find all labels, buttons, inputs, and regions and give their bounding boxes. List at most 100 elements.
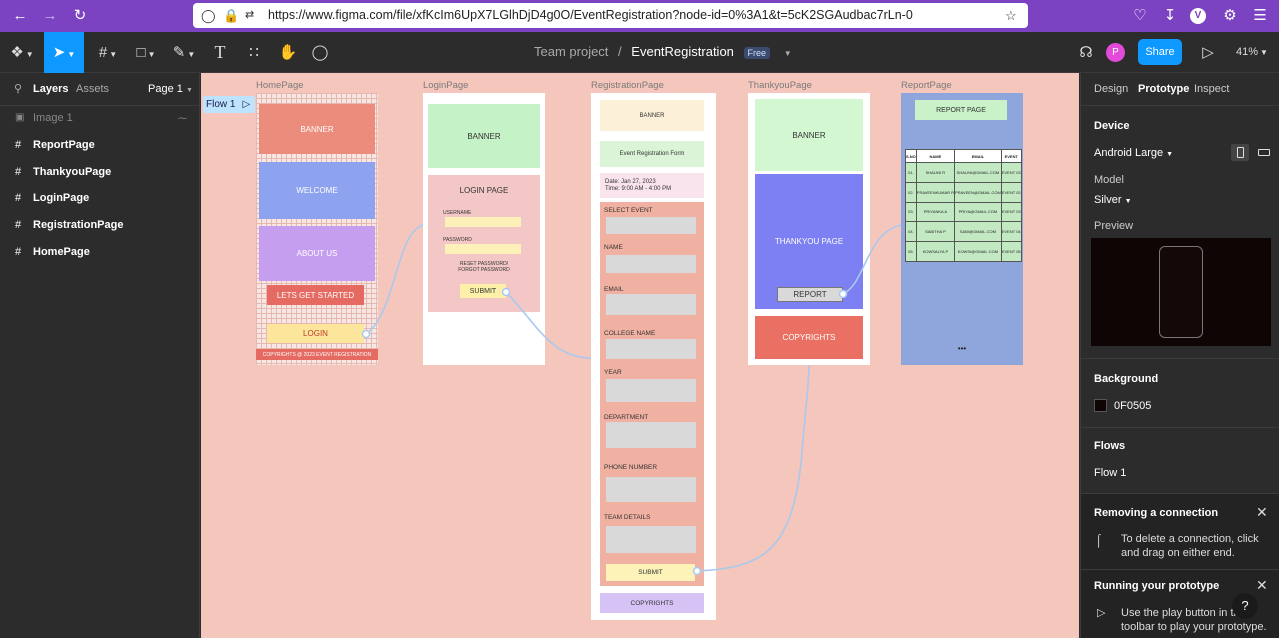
layer-image-1[interactable]: ▣ Image 1 ⁓ — [0, 105, 200, 131]
connection-node[interactable] — [361, 329, 371, 339]
chevron-down-icon[interactable]: ▼ — [784, 49, 792, 58]
extensions-icon[interactable]: ⚙ — [1220, 6, 1240, 26]
connection-thankyou-report[interactable] — [842, 224, 902, 295]
zoom-value: 41% — [1236, 46, 1259, 58]
model-label: Model — [1094, 174, 1124, 186]
frame-icon: # — [15, 166, 22, 178]
breadcrumb-separator: / — [618, 44, 622, 59]
chevron-down-icon: ▼ — [1124, 198, 1132, 205]
address-bar[interactable]: ◯ 🔒 ⇄ https://www.figma.com/file/xfKcIm6… — [193, 3, 1028, 28]
model-select[interactable]: Silver ▼ — [1094, 194, 1132, 206]
device-select[interactable]: Android Large ▼ — [1094, 147, 1173, 159]
comment-tool-icon[interactable]: ◯ — [306, 32, 334, 73]
connection-home-login[interactable] — [365, 224, 424, 335]
tab-prototype[interactable]: Prototype — [1138, 83, 1189, 95]
forward-icon[interactable]: → — [40, 6, 60, 26]
layer-loginpage[interactable]: # LoginPage — [0, 185, 200, 211]
bookmark-star-icon[interactable]: ☆ — [1005, 3, 1017, 28]
flow-item[interactable]: Flow 1 — [1094, 467, 1126, 479]
connection-node[interactable] — [838, 289, 848, 299]
user-avatar[interactable]: P — [1106, 43, 1125, 62]
move-tool-icon[interactable]: ➤ ▼ — [44, 32, 84, 73]
tab-inspect[interactable]: Inspect — [1194, 83, 1229, 95]
figma-toolbar: ❖ ▼ ➤ ▼ # ▼ □ ▼ ✎ ▼ T ∷ ✋ ◯ Team project / Ev… — [0, 32, 1279, 73]
breadcrumb: Team project / EventRegistration Free ▼ — [534, 44, 792, 59]
layer-label: HomePage — [33, 246, 90, 258]
background-swatch[interactable] — [1094, 399, 1107, 412]
shield-icon: ◯ — [201, 8, 216, 23]
removing-text-2: and drag on either end. — [1121, 547, 1235, 559]
hidden-eye-icon[interactable]: ⁓ — [178, 105, 187, 131]
figma-menu-icon[interactable]: ❖ ▼ — [4, 32, 40, 73]
search-icon[interactable]: ⚲ — [14, 82, 22, 95]
frame-icon: # — [15, 246, 22, 258]
share-button[interactable]: Share — [1138, 39, 1182, 65]
model-value: Silver — [1094, 194, 1122, 206]
reload-icon[interactable]: ↻ — [70, 6, 90, 26]
layer-label: ReportPage — [33, 139, 95, 151]
layer-reportpage[interactable]: # ReportPage — [0, 132, 200, 158]
headphones-icon[interactable]: ☊ — [1074, 32, 1098, 73]
connection-login-registration[interactable] — [505, 291, 592, 359]
device-heading: Device — [1094, 120, 1130, 132]
tab-design[interactable]: Design — [1094, 83, 1128, 95]
tab-layers[interactable]: Layers — [33, 83, 68, 95]
play-icon: ▷ — [1097, 607, 1106, 619]
plan-badge: Free — [743, 47, 771, 59]
page-selector-label: Page 1 — [148, 83, 183, 95]
zoom-control[interactable]: 41% ▼ — [1232, 32, 1272, 73]
flows-heading: Flows — [1094, 440, 1126, 452]
running-text-2: toolbar to play your prototype. — [1121, 621, 1267, 633]
pen-tool-icon[interactable]: ✎ ▼ — [166, 32, 202, 73]
tab-assets[interactable]: Assets — [76, 83, 109, 95]
divider — [1081, 569, 1279, 570]
profile-avatar[interactable]: V — [1190, 8, 1206, 24]
url-text: https://www.figma.com/file/xfKcIm6UpX7LG… — [268, 8, 913, 22]
portrait-toggle[interactable] — [1231, 144, 1249, 161]
background-heading: Background — [1094, 373, 1159, 385]
divider — [1081, 427, 1279, 428]
device-preview — [1091, 238, 1271, 346]
layer-homepage[interactable]: # HomePage — [0, 239, 200, 265]
frame-icon: # — [15, 192, 22, 204]
chevron-down-icon: ▼ — [185, 87, 193, 94]
landscape-icon — [1258, 149, 1270, 156]
resources-icon[interactable]: ∷ — [240, 32, 268, 73]
present-play-icon[interactable]: ▷ — [1196, 32, 1220, 73]
portrait-icon — [1236, 147, 1244, 158]
close-icon[interactable]: ✕ — [1256, 577, 1268, 594]
removing-connection-title: Removing a connection — [1094, 507, 1219, 519]
device-value: Android Large — [1094, 147, 1164, 159]
download-icon[interactable]: ↧ — [1160, 6, 1180, 26]
image-icon: ▣ — [15, 112, 25, 123]
removing-text-1: To delete a connection, click — [1121, 533, 1259, 545]
hand-tool-icon[interactable]: ✋ — [274, 32, 302, 73]
divider — [1081, 358, 1279, 359]
connection-registration-thankyou[interactable] — [696, 364, 810, 572]
text-tool-icon[interactable]: T — [206, 32, 234, 73]
lock-icon: 🔒 — [223, 8, 240, 23]
layers-panel: ⚲ Layers Assets Page 1 ▼ ▣ Image 1 ⁓ # R… — [0, 73, 200, 638]
team-project-link[interactable]: Team project — [534, 44, 608, 59]
file-name[interactable]: EventRegistration — [631, 44, 734, 59]
back-icon[interactable]: ← — [10, 6, 30, 26]
design-canvas[interactable]: Flow 1 ▷ HomePage BANNER WELCOME ABOUT US… — [201, 73, 1079, 638]
layer-label: LoginPage — [33, 192, 90, 204]
layer-label: ThankyouPage — [33, 166, 112, 178]
page-selector[interactable]: Page 1 ▼ — [148, 83, 193, 95]
frame-tool-icon[interactable]: # ▼ — [90, 32, 126, 73]
close-icon[interactable]: ✕ — [1256, 504, 1268, 521]
phone-mockup — [1159, 246, 1203, 338]
layer-registrationpage[interactable]: # RegistrationPage — [0, 212, 200, 238]
shape-tool-icon[interactable]: □ ▼ — [128, 32, 164, 73]
permissions-icon: ⇄ — [245, 9, 255, 21]
help-button[interactable]: ? — [1232, 593, 1258, 619]
connection-node[interactable] — [501, 287, 511, 297]
landscape-toggle[interactable] — [1255, 144, 1273, 161]
connection-node[interactable] — [692, 566, 702, 576]
layer-thankyoupage[interactable]: # ThankyouPage — [0, 159, 200, 185]
menu-icon[interactable]: ☰ — [1250, 6, 1270, 26]
chevron-down-icon: ▼ — [1166, 151, 1174, 158]
pocket-icon[interactable]: ♡ — [1130, 6, 1150, 26]
background-value[interactable]: 0F0505 — [1114, 400, 1151, 412]
